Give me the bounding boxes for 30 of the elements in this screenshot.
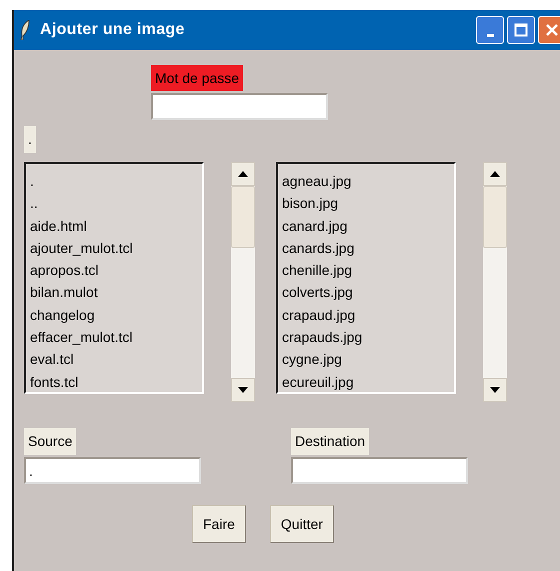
window-title: Ajouter une image (40, 21, 185, 39)
file-list-item[interactable]: .. (30, 192, 198, 215)
dialog-button[interactable]: Quitter (270, 505, 334, 543)
file-list-item[interactable]: canards.jpg (282, 236, 450, 260)
file-list-item[interactable]: crapaud.jpg (282, 304, 450, 326)
file-list-item[interactable]: colverts.jpg (282, 281, 450, 304)
file-list-item[interactable]: chenille.jpg (282, 259, 450, 282)
file-list-item[interactable]: eval.tcl (30, 348, 198, 371)
field-label: Source (24, 428, 76, 455)
file-list-item[interactable]: bilan.mulot (30, 281, 198, 304)
file-list-item[interactable]: ecureuil.jpg (282, 370, 450, 393)
current-directory-label: . (24, 126, 36, 153)
file-list-item[interactable]: aide.html (30, 214, 198, 237)
file-list-item[interactable]: ajouter_mulot.tcl (30, 236, 198, 260)
file-list-item[interactable]: bison.jpg (282, 192, 450, 215)
file-list-item[interactable]: agneau.jpg (282, 170, 450, 192)
file-list-item[interactable]: . (30, 170, 198, 192)
path-field[interactable]: . (24, 457, 201, 484)
file-list-item[interactable]: canard.jpg (282, 214, 450, 237)
file-list-item[interactable]: changelog (30, 304, 198, 326)
file-list-item[interactable]: effacer_mulot.tcl (30, 326, 198, 348)
file-list-item[interactable]: fonts.tcl (30, 370, 198, 393)
dialog-button[interactable]: Faire (192, 505, 246, 543)
file-list-item[interactable]: apropos.tcl (30, 259, 198, 282)
file-list-item[interactable]: cygne.jpg (282, 348, 450, 371)
field-label: Destination (291, 428, 370, 455)
file-listbox[interactable]: agneau.jpg bison.jpg canard.jpg canards.jpg chenille.jpg colverts.jpg crapaud.jpg crapauds.jpg cygne.jpg ecureuil.jpg (276, 162, 456, 394)
file-listbox[interactable]: . .. aide.html ajouter_mulot.tcl apropos.tcl bilan.mulot changelog effacer_mulot.tcl eval.tcl fonts.tcl (24, 162, 204, 394)
file-list-item[interactable]: crapauds.jpg (282, 326, 450, 348)
password-label: Mot de passe (151, 65, 244, 91)
